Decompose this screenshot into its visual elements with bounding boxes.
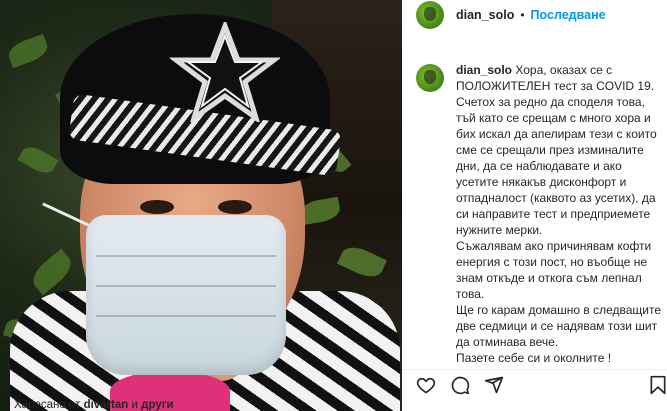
right-eye [218,200,252,214]
foliage [17,142,59,178]
foliage [27,248,77,296]
likes-others-link[interactable]: други [141,399,173,411]
comment-icon[interactable] [450,375,470,395]
follow-button[interactable]: Последване [531,8,606,22]
bookmark-icon[interactable] [648,375,667,395]
likes-user-link[interactable]: divartan [84,399,129,411]
likes-prefix: Харесано от [14,399,81,411]
header-username[interactable]: dian_solo [456,8,514,22]
likes-and: и [131,399,138,411]
likes-summary: Харесано от divartan и други [14,399,174,411]
share-icon[interactable] [484,375,504,395]
action-bar [402,369,667,397]
avatar[interactable] [416,1,444,29]
caption-paragraph: Хора, оказах се с ПОЛОЖИТЕЛЕН тест за CO… [456,63,657,237]
face-mask [86,215,286,375]
caption-paragraph: Пазете себе си и околните ! [456,351,612,365]
caption-paragraph: Ще го карам домашно в следващите две сед… [456,303,662,349]
star-icon [170,22,280,122]
caption-text: dian_solo Хора, оказах се с ПОЛОЖИТЕЛЕН … [456,62,666,366]
heart-icon[interactable] [416,375,436,395]
left-eye [140,200,174,214]
post-photo[interactable] [0,0,402,411]
avatar[interactable] [416,64,444,92]
post-side-panel: dian_solo • Последване dian_solo Хора, о… [402,0,667,411]
caption-block: dian_solo Хора, оказах се с ПОЛОЖИТЕЛЕН … [416,62,666,366]
foliage [5,33,51,69]
post-header: dian_solo • Последване [402,0,667,30]
caption-paragraph: Съжалявам ако причинявам кофти енергия с… [456,239,652,301]
separator-dot: • [520,8,525,22]
caption-username[interactable]: dian_solo [456,63,512,77]
